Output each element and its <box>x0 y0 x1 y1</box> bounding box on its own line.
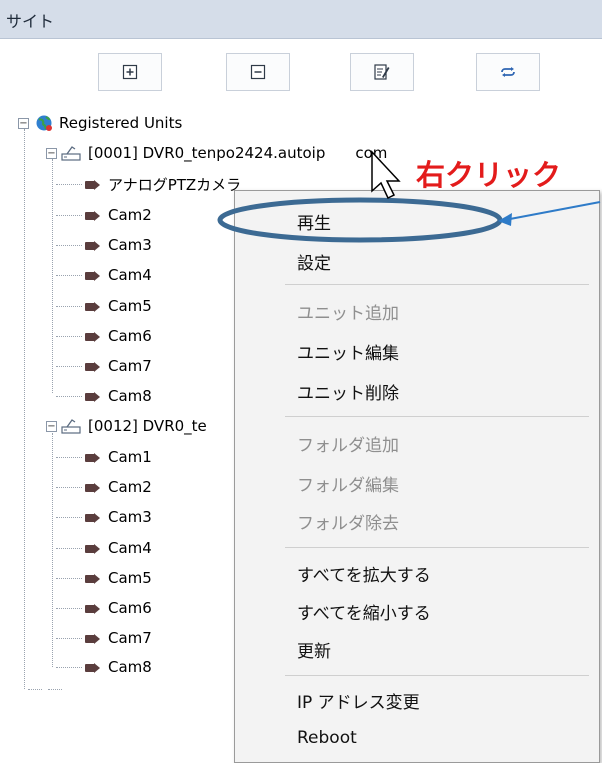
mouse-cursor-icon <box>371 150 401 200</box>
highlight-ellipse <box>217 197 503 243</box>
annotation-overlay <box>217 150 601 243</box>
right-click-annotation: 右クリック <box>416 158 562 192</box>
annotation-arrow <box>509 201 601 220</box>
